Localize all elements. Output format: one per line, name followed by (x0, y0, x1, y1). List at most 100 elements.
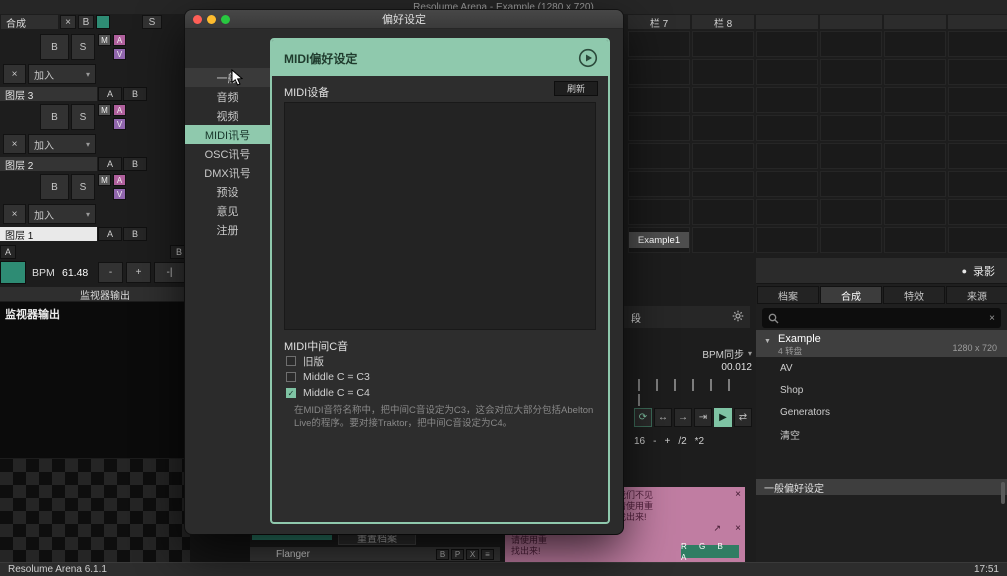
beat-increase-button[interactable]: + (664, 436, 670, 447)
clip-slot[interactable] (628, 115, 690, 141)
layer3-clear-button[interactable]: × (3, 64, 26, 84)
clip-slot[interactable] (820, 59, 882, 85)
column-header[interactable]: 栏 7 (628, 15, 690, 29)
layer3-audio-button[interactable]: A (113, 34, 126, 46)
layer3-bypass-button[interactable]: B (40, 34, 69, 60)
layer2-crossfade-b[interactable]: B (123, 157, 147, 171)
clip-slot[interactable] (884, 199, 946, 225)
clip-slot[interactable] (628, 143, 690, 169)
clip-slot[interactable] (628, 171, 690, 197)
layer2-video-button[interactable]: V (113, 118, 126, 130)
record-button[interactable]: 录影 (973, 263, 995, 279)
clip-slot[interactable]: Example1 (628, 227, 690, 253)
close-window-button[interactable] (193, 15, 202, 24)
checkbox-icon[interactable]: ✓ (286, 372, 296, 382)
column-header[interactable] (820, 15, 882, 29)
random-button[interactable]: ⇄ (734, 408, 752, 427)
composition-clear-button[interactable]: × (60, 15, 76, 29)
layer1-blend-dropdown[interactable]: 加入 ▾ (28, 204, 96, 224)
nav-osc[interactable]: OSC讯号 (185, 144, 270, 163)
bpm-tap-button[interactable]: -| (154, 262, 185, 283)
clip-slot[interactable] (628, 59, 690, 85)
close-icon[interactable]: × (735, 523, 741, 534)
clip-slot[interactable] (884, 115, 946, 141)
layer2-clear-button[interactable]: × (3, 134, 26, 154)
close-icon[interactable]: × (735, 489, 741, 500)
play-forward-button[interactable]: → (674, 408, 692, 427)
general-preferences-header[interactable]: 一般偏好设定 (756, 479, 1007, 495)
list-item-generators[interactable]: Generators (756, 402, 1007, 422)
clip-slot[interactable] (884, 143, 946, 169)
clip-slot[interactable] (948, 143, 1007, 169)
clip-slot[interactable] (884, 171, 946, 197)
scrollbar-thumb[interactable] (1001, 482, 1005, 504)
effect-bypass-button[interactable]: B (436, 549, 449, 560)
beat-counter[interactable]: 00.012 (620, 362, 752, 374)
list-item-clear[interactable]: 清空 (756, 424, 1007, 444)
tab-sources[interactable]: 来源 (946, 286, 1007, 304)
layer1-crossfade-b[interactable]: B (123, 227, 147, 241)
layer2-solo-button[interactable]: S (71, 104, 95, 130)
rgba-channels-badge[interactable]: R G B A (681, 545, 739, 558)
clear-search-icon[interactable]: × (989, 313, 995, 324)
clip-slot[interactable] (756, 115, 818, 141)
composition-root-row[interactable]: ▼ Example 4 转盘 1280 x 720 (756, 330, 1007, 357)
tab-compositions[interactable]: 合成 (820, 286, 882, 304)
clip-slot[interactable] (756, 31, 818, 57)
nav-video[interactable]: 视频 (185, 106, 270, 125)
refresh-button[interactable]: 刷新 (554, 81, 598, 96)
beat-decrease-button[interactable]: - (653, 436, 656, 447)
clip-slot[interactable] (628, 199, 690, 225)
expander-triangle-icon[interactable]: ▼ (764, 338, 771, 345)
minimize-window-button[interactable] (207, 15, 216, 24)
layer3-video-button[interactable]: V (113, 48, 126, 60)
clip-slot[interactable] (628, 31, 690, 57)
column-header[interactable] (948, 15, 1007, 29)
option-middle-c3[interactable]: ✓ Middle C = C3 (286, 370, 370, 384)
bpm-value[interactable]: 61.48 (62, 261, 88, 284)
bpm-color-swatch[interactable] (0, 261, 26, 284)
layer3-crossfade-a[interactable]: A (98, 87, 122, 101)
play-button[interactable]: ▶ (714, 408, 732, 427)
dialog-titlebar[interactable]: 偏好设定 (185, 10, 623, 29)
list-item-av[interactable]: AV (756, 358, 1007, 378)
midi-devices-list[interactable] (284, 102, 596, 330)
clip-slot[interactable] (948, 227, 1007, 253)
bounce-button[interactable]: ↔ (654, 408, 672, 427)
beat-half-button[interactable]: /2 (678, 436, 686, 447)
clip-slot[interactable] (692, 115, 754, 141)
layer2-blend-dropdown[interactable]: 加入 ▾ (28, 134, 96, 154)
layer2-master-button[interactable]: M (98, 104, 111, 116)
column-header[interactable] (884, 15, 946, 29)
layer1-name[interactable]: 图层 1 (0, 227, 97, 241)
clip-slot[interactable] (756, 227, 818, 253)
nav-midi[interactable]: MIDI讯号 (185, 125, 270, 144)
clip-slot[interactable] (756, 59, 818, 85)
layer1-master-button[interactable]: M (98, 174, 111, 186)
clip-slot[interactable] (948, 199, 1007, 225)
effect-header-bar[interactable]: Flanger B P X ≡ (250, 547, 500, 561)
monitor-output-header[interactable]: 监视器输出 (0, 287, 210, 301)
nav-feedback[interactable]: 意见 (185, 201, 270, 220)
layer3-name[interactable]: 图层 3 (0, 87, 97, 101)
option-middle-c4[interactable]: ✓ Middle C = C4 (286, 386, 370, 400)
clip-slot[interactable] (884, 31, 946, 57)
option-legacy[interactable]: ✓ 旧版 (286, 354, 324, 368)
layer2-bypass-button[interactable]: B (40, 104, 69, 130)
layer3-blend-dropdown[interactable]: 加入 ▾ (28, 64, 96, 84)
clip-slot[interactable] (948, 87, 1007, 113)
bpm-decrease-button[interactable]: - (98, 262, 123, 283)
clip-slot[interactable] (948, 115, 1007, 141)
clip-slot[interactable] (756, 199, 818, 225)
zoom-window-button[interactable] (221, 15, 230, 24)
bpm-sync-dropdown[interactable]: BPM同步 ▾ (620, 346, 752, 360)
clip-slot[interactable] (820, 143, 882, 169)
nav-audio[interactable]: 音频 (185, 87, 270, 106)
clip-slot[interactable] (820, 115, 882, 141)
layer1-crossfade-a[interactable]: A (98, 227, 122, 241)
clip-slot[interactable] (820, 171, 882, 197)
layer3-crossfade-b[interactable]: B (123, 87, 147, 101)
clip-slot[interactable] (692, 171, 754, 197)
clip-slot[interactable] (692, 59, 754, 85)
effect-preview-button[interactable]: P (451, 549, 464, 560)
